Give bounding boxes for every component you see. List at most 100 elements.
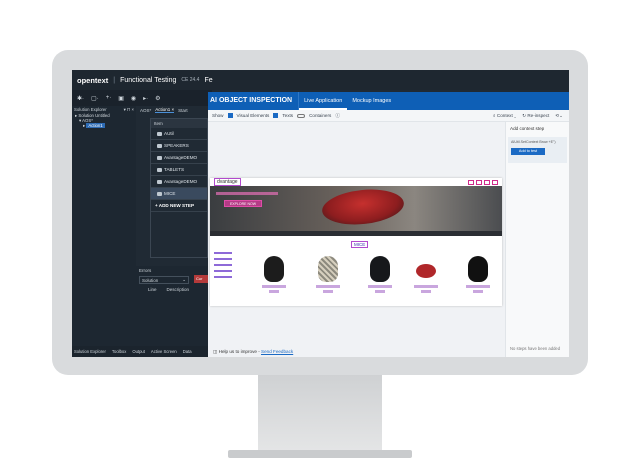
reinspect-label: Re-inspect (527, 112, 550, 118)
product-image (370, 256, 390, 282)
no-steps-text: No steps have been added (510, 346, 561, 351)
add-to-test-button[interactable]: Add to test (511, 148, 545, 155)
step-row[interactable]: AvantageDEMO (151, 176, 207, 188)
filter-item[interactable] (214, 270, 232, 272)
filter-list (214, 248, 244, 282)
ide-toolbar: ✱· ▢· +· ▣ ◉ ▸· ⚙ (72, 90, 212, 106)
save-icon[interactable]: ▣ (118, 95, 124, 102)
ai-window-title: AI OBJECT INSPECTION (208, 92, 300, 110)
keyword-view-header: Item (151, 119, 207, 128)
tab-aos[interactable]: AOS* (140, 108, 151, 113)
context-step-code: AIUtil.SetContext Brow +E") (511, 140, 556, 144)
texts-checkbox[interactable] (273, 113, 279, 118)
product-card[interactable] (414, 256, 438, 298)
search-icon[interactable] (492, 179, 498, 185)
gear-icon[interactable]: ⚙ (155, 95, 160, 102)
feedback-text: Help us to improve - (218, 349, 260, 354)
solution-explorer-panel: Solution Explorer ▾ ⊓ × ▸ Solution Untit… (72, 106, 136, 346)
inspection-canvas: dvantage EXPLORE NOW MICE ◫ Help us to i… (208, 122, 505, 357)
panel-controls-icon[interactable]: ▾ ⊓ × (124, 107, 134, 112)
add-icon[interactable]: +· (106, 95, 112, 101)
product-card[interactable] (368, 256, 392, 298)
screen: opentext | Functional Testing CE 24.4 Fe… (72, 70, 569, 357)
errors-filter-select[interactable]: Solution ⌄ (139, 276, 189, 284)
step-label: TABLETS (164, 167, 185, 172)
tab-mockup-images[interactable]: Mockup Images (347, 92, 396, 110)
send-feedback-link[interactable]: Send Feedback (261, 349, 293, 354)
step-row[interactable]: AUtil (151, 128, 207, 140)
solution-explorer-title: Solution Explorer (74, 107, 107, 112)
product-card[interactable] (316, 256, 340, 298)
visual-elements-checkbox[interactable] (227, 113, 233, 118)
tab-start[interactable]: Start (178, 108, 188, 113)
tab-active-screen[interactable]: Active Screen (151, 349, 177, 354)
step-row[interactable]: SPEAKERS (151, 140, 207, 152)
product-image (318, 256, 338, 282)
tab-live-application[interactable]: Live Application (299, 92, 348, 110)
object-icon (157, 179, 162, 184)
tab-data[interactable]: Data (183, 349, 192, 354)
column-description: Description (166, 287, 190, 292)
tree-node-action[interactable]: ▸ Action1 (72, 123, 136, 128)
filter-item[interactable] (214, 258, 232, 260)
tree-node-label: Action1 (86, 123, 105, 128)
hero-mouse-image (320, 185, 406, 229)
site-header-icons (468, 179, 498, 185)
tab-toolbox[interactable]: Toolbox (112, 349, 126, 354)
help-icon[interactable] (484, 179, 490, 185)
step-row[interactable]: TABLETS (151, 164, 207, 176)
errors-panel: Errors Solution ⌄ Cur Line Description (136, 266, 208, 346)
product-image (264, 256, 284, 282)
product-image (416, 264, 436, 278)
context-step-card: AIUtil.SetContext Brow +E") Add to test (508, 137, 567, 163)
current-errors-toggle[interactable]: Cur (194, 275, 208, 283)
filter-item[interactable] (214, 276, 232, 278)
product-price (323, 290, 333, 293)
site-logo[interactable]: dvantage (214, 178, 241, 186)
menu-extra[interactable]: Fe (204, 77, 212, 84)
user-icon[interactable] (468, 179, 474, 185)
new-file-icon[interactable]: ▢· (91, 95, 99, 102)
step-label: AvantageDEMO (164, 179, 198, 184)
tab-action1[interactable]: Action1 × (155, 107, 175, 113)
tab-output[interactable]: Output (132, 349, 145, 354)
app-preview[interactable]: dvantage EXPLORE NOW MICE (210, 178, 502, 306)
settings-dropdown-icon[interactable]: ✱· (77, 95, 84, 102)
filter-item[interactable] (214, 252, 232, 254)
add-context-step-title: Add context step (510, 126, 545, 131)
ai-header: AI OBJECT INSPECTION Live Application Mo… (208, 92, 569, 110)
containers-toggle[interactable] (297, 113, 306, 118)
product-caption (368, 285, 392, 288)
tab-solution-explorer[interactable]: Solution Explorer (74, 349, 106, 354)
add-new-step-button[interactable]: + ADD NEW STEP (151, 200, 207, 212)
undo-icon[interactable]: ⟲⌄ (555, 113, 563, 119)
product-card[interactable] (262, 256, 286, 298)
containers-label: Containers (309, 113, 332, 118)
cart-icon[interactable] (476, 179, 482, 185)
product-price (375, 290, 385, 293)
product-caption (414, 285, 438, 288)
run-icon[interactable]: ▸· (143, 95, 148, 102)
info-icon: ⓘ (335, 112, 340, 118)
object-icon (157, 191, 162, 196)
reinspect-button[interactable]: ↻ Re-inspect (522, 113, 549, 119)
filter-item[interactable] (214, 264, 232, 266)
explore-now-button[interactable]: EXPLORE NOW (224, 200, 262, 207)
section-title: MICE (351, 241, 369, 248)
monitor-bezel: opentext | Functional Testing CE 24.4 Fe… (52, 50, 588, 375)
site-nav-bar (210, 231, 502, 236)
product-card[interactable] (466, 256, 490, 298)
product-image (468, 256, 488, 282)
app-title: Functional Testing (120, 76, 177, 84)
context-dropdown[interactable]: ⌕ Context ⌄ (493, 113, 516, 119)
show-label: Show (212, 113, 224, 118)
ai-toolbar: Show Visual Elements Texts Containers ⓘ … (208, 110, 569, 122)
step-row[interactable]: AvantageDEMO (151, 152, 207, 164)
record-icon[interactable]: ◉ (131, 95, 136, 102)
app-version: CE 24.4 (181, 77, 200, 83)
step-row-selected[interactable]: MICE (151, 188, 207, 200)
ide-bottom-tabs: Solution Explorer Toolbox Output Active … (72, 346, 212, 357)
product-price (421, 290, 431, 293)
ai-object-inspection-window: AI OBJECT INSPECTION Live Application Mo… (208, 92, 569, 357)
monitor-stand-neck (258, 375, 382, 451)
